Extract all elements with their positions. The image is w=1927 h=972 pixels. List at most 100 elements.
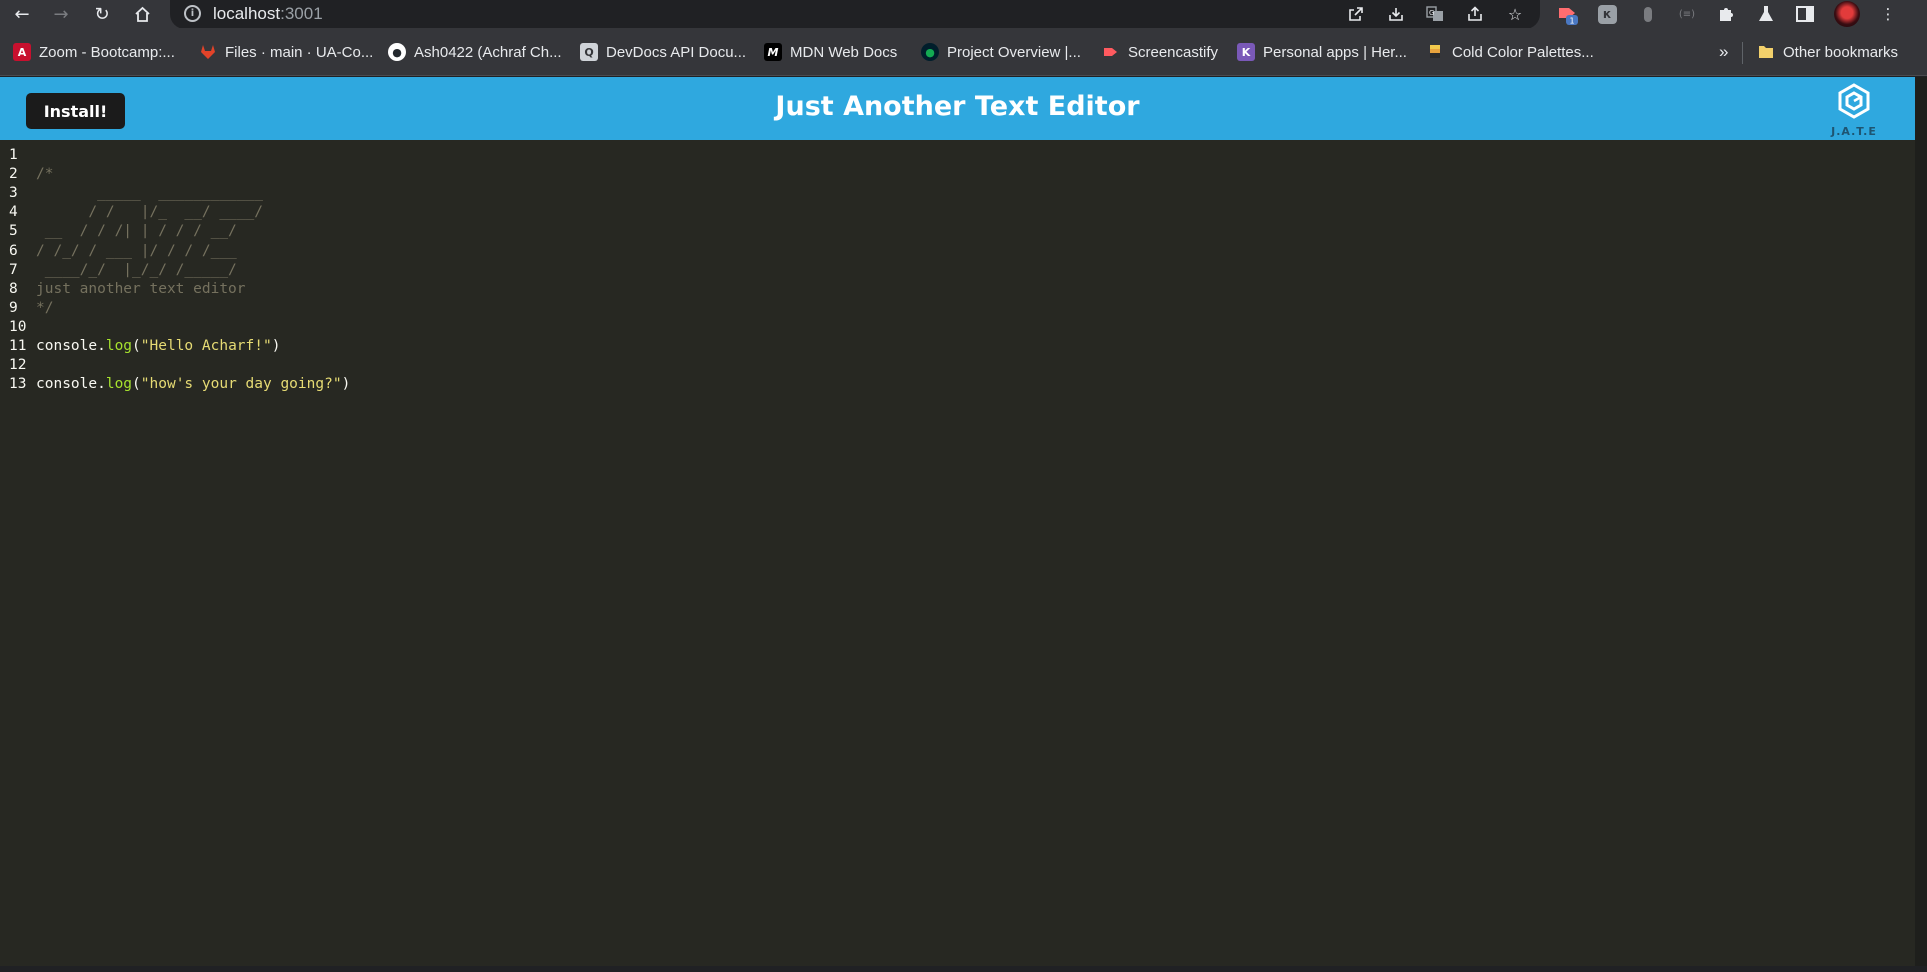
code-token-comment: ____/_/ |_/_/ /_____/ xyxy=(36,261,237,278)
editor-scrollbar[interactable] xyxy=(1915,77,1927,972)
line-number: 4 xyxy=(9,204,18,221)
heroku-icon: K xyxy=(1237,43,1255,61)
devdocs-icon: Q xyxy=(580,43,598,61)
install-app-icon[interactable] xyxy=(1383,1,1409,27)
browser-menu-kebab-icon[interactable]: ⋮ xyxy=(1876,2,1900,26)
side-panel-icon[interactable] xyxy=(1793,2,1817,26)
screencastify-extension-icon[interactable]: 1 xyxy=(1555,2,1579,26)
bookmarks-divider xyxy=(1742,42,1743,64)
app-header: Just Another Text Editor Install! J.A.T.… xyxy=(0,77,1915,140)
code-line[interactable]: 4 / / |/_ __/ ____/ xyxy=(0,203,263,222)
mdn-icon: M xyxy=(764,43,782,61)
line-number: 5 xyxy=(9,223,18,240)
line-number: 13 xyxy=(9,376,27,393)
folder-icon xyxy=(1757,43,1775,61)
extension-code-icon[interactable]: (≡) xyxy=(1675,2,1699,26)
screencastify-icon xyxy=(1102,43,1120,61)
site-info-icon[interactable]: i xyxy=(184,5,201,22)
jate-logo: J.A.T.E xyxy=(1826,83,1882,138)
logo-text: J.A.T.E xyxy=(1831,125,1877,138)
other-bookmarks-label: Other bookmarks xyxy=(1783,43,1899,61)
bookmark-label: Ash0422 (Achraf Ch... xyxy=(414,43,562,61)
line-number: 11 xyxy=(9,338,27,354)
code-line[interactable]: 12 xyxy=(0,356,36,375)
code-token-fn: log xyxy=(105,376,133,393)
code-line[interactable]: 6 / /_/ / ___ |/ / / /___ xyxy=(0,242,237,261)
url-host: localhost xyxy=(213,4,281,23)
code-token-comment: just another text editor xyxy=(36,280,246,297)
code-token-comment: / /_/ / ___ |/ / / /___ xyxy=(36,242,237,259)
browser-toolbar: ← → ↻ i localhost:3001 G ☆ 1 к (≡) ⋮ xyxy=(0,0,1927,29)
bookmark-label: Screencastify xyxy=(1128,43,1219,61)
bookmark-item[interactable]: ● Project Overview |... xyxy=(921,40,1081,64)
url-port: :3001 xyxy=(280,4,323,23)
code-token-str: "Hello Acharf!" xyxy=(140,338,272,354)
gitlab-icon xyxy=(199,43,217,61)
code-line[interactable]: 8 just another text editor xyxy=(0,280,246,299)
install-button[interactable]: Install! xyxy=(26,93,125,129)
code-line[interactable]: 10 xyxy=(0,318,36,337)
address-bar[interactable]: i localhost:3001 G ☆ xyxy=(170,0,1540,29)
back-arrow-icon[interactable]: ← xyxy=(8,0,36,28)
code-line[interactable]: 9 */ xyxy=(0,299,53,318)
mongodb-leaf-icon: ● xyxy=(921,43,939,61)
other-bookmarks-folder[interactable]: Other bookmarks xyxy=(1757,40,1898,64)
line-number: 2 xyxy=(9,166,18,183)
bookmark-item[interactable]: Screencastify xyxy=(1102,40,1218,64)
code-token-text: console. xyxy=(36,338,106,354)
line-number: 8 xyxy=(9,280,18,297)
line-number: 10 xyxy=(9,318,27,335)
bookmark-label: Files · main · UA-Co... xyxy=(225,43,374,61)
bookmark-item[interactable]: A Zoom - Bootcamp:... xyxy=(13,40,175,64)
page-title: Just Another Text Editor xyxy=(775,91,1140,122)
extension-badge-count: 1 xyxy=(1570,17,1575,26)
bookmark-label: Personal apps | Her... xyxy=(1263,43,1407,61)
forward-arrow-icon[interactable]: → xyxy=(47,0,75,28)
bookmark-label: Project Overview |... xyxy=(947,43,1081,61)
translate-icon[interactable]: G xyxy=(1422,1,1448,27)
code-editor[interactable]: 1 2/* 3 _____ ____________ 4 / / |/_ __/ __… xyxy=(0,140,1915,966)
arizona-logo-icon: A xyxy=(13,43,31,61)
code-token-comment: _____ ____________ xyxy=(36,185,263,202)
home-icon[interactable] xyxy=(128,0,156,28)
code-token-str: "how's your day going?" xyxy=(140,376,342,393)
code-line[interactable]: 7 ____/_/ |_/_/ /_____/ xyxy=(0,261,237,280)
reload-icon[interactable]: ↻ xyxy=(88,0,116,28)
url-text[interactable]: localhost:3001 xyxy=(213,4,323,24)
bookmarks-overflow-button[interactable]: » xyxy=(1719,40,1728,64)
code-token-comment: */ xyxy=(36,299,54,316)
extension-mic-icon[interactable] xyxy=(1636,2,1660,26)
bookmark-item[interactable]: Q DevDocs API Docu... xyxy=(580,40,746,64)
bookmark-item[interactable]: Cold Color Palettes... xyxy=(1426,40,1594,64)
code-line[interactable]: 2 /* xyxy=(0,165,53,184)
code-line[interactable]: 3 _____ ____________ xyxy=(0,184,263,203)
code-token-text: console. xyxy=(36,376,106,393)
bookmark-star-icon[interactable]: ☆ xyxy=(1502,1,1528,27)
line-number: 7 xyxy=(9,261,18,278)
labs-flask-icon[interactable] xyxy=(1754,2,1778,26)
bookmark-item[interactable]: M MDN Web Docs xyxy=(764,40,897,64)
code-line[interactable]: 1 xyxy=(0,146,36,165)
bookmark-item[interactable]: K Personal apps | Her... xyxy=(1237,40,1407,64)
code-line[interactable]: 13 console.log("how's your day going?") xyxy=(0,375,350,394)
code-token-text: ( xyxy=(132,376,141,393)
code-token-text: ) xyxy=(271,338,281,354)
extensions-puzzle-icon[interactable] xyxy=(1714,2,1738,26)
profile-avatar[interactable] xyxy=(1833,0,1861,28)
line-number: 12 xyxy=(9,357,27,374)
extension-k-icon[interactable]: к xyxy=(1595,2,1619,26)
code-line[interactable]: 5 __ / / /| | / / / __/ xyxy=(0,222,237,241)
line-number: 9 xyxy=(9,299,18,316)
share-icon[interactable] xyxy=(1462,1,1488,27)
line-number: 3 xyxy=(9,185,18,202)
code-token-text: ( xyxy=(132,338,141,354)
bookmark-item[interactable]: ● Ash0422 (Achraf Ch... xyxy=(388,40,562,64)
code-line[interactable]: 11 console.log("Hello Acharf!") xyxy=(0,337,280,356)
bookmark-item[interactable]: Files · main · UA-Co... xyxy=(199,40,373,64)
code-token-fn: log xyxy=(105,338,133,354)
bookmark-label: MDN Web Docs xyxy=(790,43,898,61)
line-number: 1 xyxy=(9,147,18,163)
code-token-comment: / / |/_ __/ ____/ xyxy=(36,204,263,221)
bookmark-label: Cold Color Palettes... xyxy=(1452,43,1594,61)
open-in-app-icon[interactable] xyxy=(1343,1,1369,27)
